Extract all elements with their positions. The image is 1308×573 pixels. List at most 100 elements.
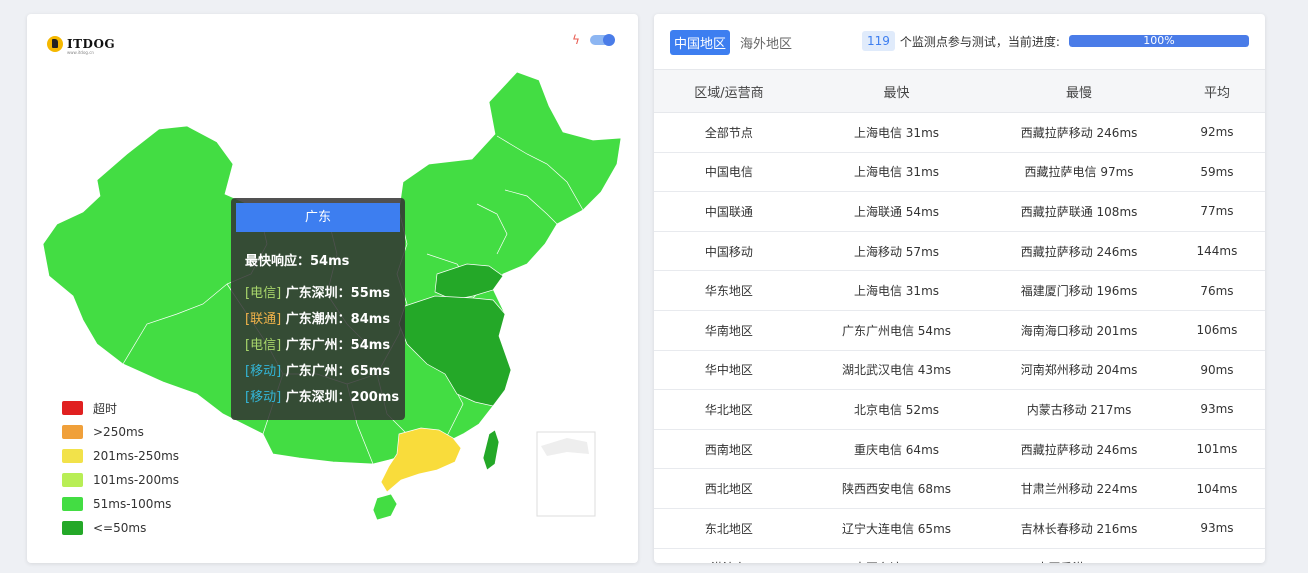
cell-slowest: 西藏拉萨移动 246ms: [989, 112, 1169, 153]
legend-item-gt250[interactable]: >250ms: [62, 420, 179, 444]
cell-average: 144ms: [1168, 231, 1265, 272]
tooltip-isp: [联通]: [245, 312, 282, 327]
cell-slowest: 甘肃兰州移动 224ms: [989, 468, 1169, 509]
results-table: 区域/运营商 最快 最慢 平均 全部节点 上海电信 31ms 西藏拉萨移动 246m…: [654, 69, 1265, 563]
table-row: 中国电信 上海电信 31ms 西藏拉萨电信 97ms 59ms: [654, 152, 1265, 193]
progress-fill: 100%: [1069, 35, 1249, 47]
table-row: 华东地区 上海电信 31ms 福建厦门移动 196ms 76ms: [654, 270, 1265, 311]
table-row: 西北地区 陕西西安电信 68ms 甘肃兰州移动 224ms 104ms: [654, 468, 1265, 509]
tooltip-node: 广东广州：54ms: [281, 338, 391, 353]
cell-region: 全部节点: [654, 112, 804, 153]
region-taiwan[interactable]: [482, 429, 500, 471]
tooltip-isp: [电信]: [245, 286, 282, 301]
results-card: 中国地区 海外地区 119 个监测点参与测试，当前进度: 100% 区域/运营商…: [654, 14, 1265, 563]
tooltip-isp: [移动]: [245, 364, 282, 379]
tooltip-row: [移动] 广东广州：65ms: [245, 359, 405, 385]
region-hainan[interactable]: [372, 493, 398, 521]
legend-label: 超时: [93, 401, 118, 416]
tooltip-row: [电信] 广东深圳：55ms: [245, 281, 405, 307]
cell-slowest: 福建厦门移动 196ms: [989, 270, 1169, 311]
legend-label: <=50ms: [93, 521, 147, 535]
cell-region: 华北地区: [654, 389, 804, 430]
region-tabs: 中国地区 海外地区: [670, 30, 802, 55]
cell-fastest: 上海电信 31ms: [803, 112, 990, 153]
legend-item-51-100[interactable]: 51ms-100ms: [62, 492, 179, 516]
province-tooltip: 广东 最快响应：54ms [电信] 广东深圳：55ms [联通] 广东潮州：84…: [231, 198, 405, 420]
cell-slowest: 内蒙古移动 217ms: [989, 389, 1169, 430]
cell-slowest: 海南海口移动 201ms: [989, 310, 1169, 351]
cell-region: 西南地区: [654, 429, 804, 470]
legend-swatch: [62, 449, 83, 463]
inset-land: [541, 438, 589, 456]
legend-label: >250ms: [93, 425, 144, 439]
tooltip-node: 广东广州：65ms: [281, 364, 391, 379]
table-row: 港澳台中国台湾 47ms中国香港 51ms49ms: [654, 548, 1265, 563]
cell-slowest: 西藏拉萨电信 97ms: [989, 152, 1169, 193]
table-row: 西南地区 重庆电信 64ms 西藏拉萨移动 246ms 101ms: [654, 429, 1265, 470]
legend: 超时 >250ms 201ms-250ms 101ms-200ms 51ms-1…: [62, 396, 179, 540]
cell-fastest: 北京电信 52ms: [803, 389, 990, 430]
legend-item-timeout[interactable]: 超时: [62, 396, 179, 420]
tooltip-isp: [电信]: [245, 338, 282, 353]
tooltip-fastest: 最快响应：54ms: [245, 254, 350, 269]
cell-fastest: 湖北武汉电信 43ms: [803, 350, 990, 391]
table-row: 中国移动 上海移动 57ms 西藏拉萨移动 246ms 144ms: [654, 231, 1265, 272]
column-header: 平均: [1168, 69, 1265, 113]
cell-region: 东北地区: [654, 508, 804, 549]
cell-fastest: 辽宁大连电信 65ms: [803, 508, 990, 549]
legend-item-201-250[interactable]: 201ms-250ms: [62, 444, 179, 468]
tooltip-title: 广东: [236, 203, 400, 232]
cell-region: 中国电信: [654, 152, 804, 193]
cell-fastest: 重庆电信 64ms: [803, 429, 990, 470]
map-card: ITDOG www.itdog.cn ϟ 超时 >250ms 201ms-250…: [27, 14, 638, 563]
cell-average: 90ms: [1168, 350, 1265, 391]
legend-label: 101ms-200ms: [93, 473, 180, 487]
cell-slowest: 中国香港 51ms: [989, 548, 1169, 563]
cell-average: 106ms: [1168, 310, 1265, 351]
tab-china[interactable]: 中国地区: [670, 30, 731, 55]
node-count: 119 个监测点参与测试，当前进度:: [862, 31, 1060, 51]
cell-region: 华南地区: [654, 310, 804, 351]
cell-average: 104ms: [1168, 468, 1265, 509]
cell-region: 港澳台: [654, 548, 804, 563]
legend-swatch: [62, 497, 83, 511]
cell-region: 西北地区: [654, 468, 804, 509]
column-header: 区域/运营商: [654, 69, 804, 113]
cell-slowest: 吉林长春移动 216ms: [989, 508, 1169, 549]
tooltip-row: [电信] 广东广州：54ms: [245, 333, 405, 359]
cell-fastest: 中国台湾 47ms: [804, 548, 989, 563]
legend-item-101-200[interactable]: 101ms-200ms: [62, 468, 179, 492]
tab-overseas[interactable]: 海外地区: [736, 30, 796, 55]
cell-fastest: 上海电信 31ms: [803, 152, 990, 193]
table-row: 东北地区 辽宁大连电信 65ms 吉林长春移动 216ms 93ms: [654, 508, 1265, 549]
cell-slowest: 西藏拉萨移动 246ms: [989, 429, 1169, 470]
table-row: 华中地区 湖北武汉电信 43ms 河南郑州移动 204ms 90ms: [654, 350, 1265, 391]
cell-average: 76ms: [1168, 270, 1265, 311]
progress-bar: 100%: [1069, 35, 1249, 47]
cell-region: 华中地区: [654, 350, 804, 391]
cell-region: 华东地区: [654, 270, 804, 311]
cell-average: 49ms: [1169, 548, 1265, 563]
tooltip-node: 广东深圳：200ms: [281, 390, 400, 405]
cell-fastest: 上海电信 31ms: [803, 270, 990, 311]
cell-average: 93ms: [1168, 389, 1265, 430]
cell-average: 59ms: [1168, 152, 1265, 193]
table-row: 中国联通 上海联通 54ms 西藏拉萨联通 108ms 77ms: [654, 191, 1265, 232]
cell-average: 92ms: [1168, 112, 1265, 153]
tooltip-isp: [移动]: [245, 390, 282, 405]
tooltip-node: 广东深圳：55ms: [281, 286, 391, 301]
cell-slowest: 河南郑州移动 204ms: [989, 350, 1169, 391]
table-row: 华北地区 北京电信 52ms 内蒙古移动 217ms 93ms: [654, 389, 1265, 430]
table-row: 华南地区 广东广州电信 54ms 海南海口移动 201ms 106ms: [654, 310, 1265, 351]
tooltip-row: [联通] 广东潮州：84ms: [245, 307, 405, 333]
cell-slowest: 西藏拉萨联通 108ms: [989, 191, 1169, 232]
legend-swatch: [62, 521, 83, 535]
legend-swatch: [62, 425, 83, 439]
legend-label: 201ms-250ms: [93, 449, 180, 463]
legend-swatch: [62, 401, 83, 415]
legend-item-le50[interactable]: <=50ms: [62, 516, 179, 540]
table-header-row: 区域/运营商 最快 最慢 平均: [654, 69, 1265, 113]
node-count-text: 个监测点参与测试，当前进度:: [899, 34, 1060, 49]
column-header: 最慢: [989, 69, 1169, 113]
node-count-badge: 119: [862, 31, 895, 51]
